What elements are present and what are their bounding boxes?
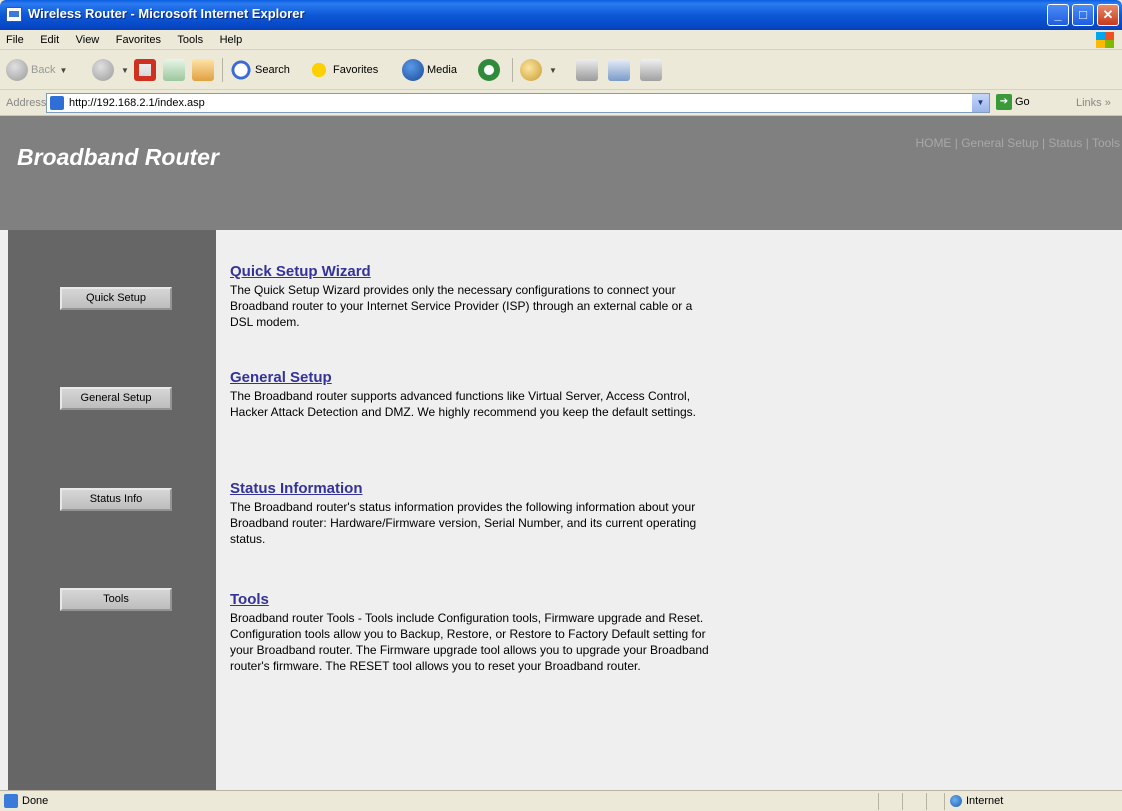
back-button[interactable]: Back ▼ <box>6 58 67 82</box>
address-input[interactable]: http://192.168.2.1/index.asp ▼ <box>46 93 990 113</box>
stop-icon <box>134 59 156 82</box>
refresh-button[interactable] <box>163 58 188 82</box>
page-done-icon <box>4 794 18 808</box>
links-button[interactable]: Links » <box>1076 97 1111 109</box>
status-text: Done <box>22 795 49 807</box>
favorites-star-icon <box>308 59 330 82</box>
general-setup-button[interactable]: General Setup <box>60 387 172 410</box>
security-zone: Internet <box>950 795 1004 808</box>
address-dropdown-icon[interactable]: ▼ <box>972 94 989 112</box>
go-label: Go <box>1015 95 1030 108</box>
menu-view[interactable]: View <box>70 31 106 46</box>
internet-globe-icon <box>950 795 962 808</box>
zone-label: Internet <box>966 795 1004 807</box>
section-description: Broadband router Tools - Tools include C… <box>230 611 709 673</box>
print-button[interactable] <box>576 58 601 82</box>
maximize-button[interactable]: □ <box>1072 4 1094 26</box>
status-pane-divider <box>944 793 945 810</box>
forward-dropdown-icon[interactable]: ▼ <box>121 66 129 75</box>
stop-button[interactable] <box>134 58 159 82</box>
router-banner: Broadband Router HOME | General Setup | … <box>0 116 1122 230</box>
media-button[interactable]: Media <box>402 58 457 82</box>
section-quick-setup: Quick Setup Wizard The Quick Setup Wizar… <box>230 263 710 330</box>
status-pane-divider <box>878 793 879 810</box>
section-status-information: Status Information The Broadband router'… <box>230 480 710 547</box>
edit-page-icon <box>608 59 630 82</box>
printer-icon <box>576 59 598 82</box>
brand-title: Broadband Router <box>17 144 219 170</box>
menu-bar: File Edit View Favorites Tools Help <box>0 30 1122 50</box>
minimize-button[interactable]: _ <box>1047 4 1069 26</box>
go-button[interactable]: ➔ Go <box>996 94 1030 110</box>
section-description: The Broadband router supports advanced f… <box>230 389 697 419</box>
go-arrow-icon: ➔ <box>996 94 1012 110</box>
address-label: Address <box>6 97 47 109</box>
search-label: Search <box>255 64 290 76</box>
history-icon <box>478 59 500 82</box>
windows-logo-icon <box>1096 32 1114 48</box>
web-page-content: Broadband Router HOME | General Setup | … <box>0 116 1122 790</box>
close-button[interactable]: ✕ <box>1097 4 1119 26</box>
mail-icon <box>520 59 542 82</box>
address-url[interactable]: http://192.168.2.1/index.asp <box>69 97 205 109</box>
address-bar: Address http://192.168.2.1/index.asp ▼ ➔… <box>0 90 1122 116</box>
window-title: Wireless Router - Microsoft Internet Exp… <box>28 6 305 21</box>
menu-file[interactable]: File <box>0 31 30 46</box>
media-icon <box>402 59 424 82</box>
media-label: Media <box>427 64 457 76</box>
status-pane-divider <box>926 793 927 810</box>
quick-setup-button[interactable]: Quick Setup <box>60 287 172 310</box>
back-dropdown-icon[interactable]: ▼ <box>59 66 67 75</box>
window-title-bar[interactable]: Wireless Router - Microsoft Internet Exp… <box>0 0 1122 30</box>
favorites-label: Favorites <box>333 64 379 76</box>
search-button[interactable]: Search <box>230 58 290 82</box>
menu-tools[interactable]: Tools <box>171 31 209 46</box>
mail-dropdown-icon[interactable]: ▼ <box>549 66 557 75</box>
back-label: Back <box>31 64 56 76</box>
toolbar: Back ▼ ▼ Search Favorites Media ▼ <box>0 50 1122 90</box>
search-icon <box>230 59 252 82</box>
menu-favorites[interactable]: Favorites <box>110 31 167 46</box>
mail-button[interactable]: ▼ <box>520 58 557 82</box>
home-icon <box>192 59 214 82</box>
ie-window-icon[interactable] <box>6 7 22 22</box>
sidebar: Quick Setup General Setup Status Info To… <box>8 230 216 790</box>
section-description: The Quick Setup Wizard provides only the… <box>230 283 693 329</box>
forward-arrow-icon <box>92 59 114 82</box>
menu-help[interactable]: Help <box>214 31 249 46</box>
section-title[interactable]: Status Information <box>230 480 710 497</box>
messenger-button[interactable] <box>640 58 665 82</box>
home-button[interactable] <box>192 58 217 82</box>
toolbar-separator <box>512 58 513 82</box>
tools-button[interactable]: Tools <box>60 588 172 611</box>
status-bar: Done Internet <box>0 790 1122 811</box>
section-title[interactable]: Quick Setup Wizard <box>230 263 710 280</box>
section-title[interactable]: Tools <box>230 591 710 608</box>
section-description: The Broadband router's status informatio… <box>230 500 697 546</box>
section-tools: Tools Broadband router Tools - Tools inc… <box>230 591 710 674</box>
messenger-icon <box>640 59 662 82</box>
back-arrow-icon <box>6 59 28 82</box>
page-icon <box>50 96 64 110</box>
refresh-icon <box>163 59 185 82</box>
forward-button[interactable]: ▼ <box>92 58 129 82</box>
section-title[interactable]: General Setup <box>230 369 710 386</box>
menu-edit[interactable]: Edit <box>34 31 65 46</box>
history-button[interactable] <box>478 58 503 82</box>
edit-button[interactable] <box>608 58 633 82</box>
top-navigation[interactable]: HOME | General Setup | Status | Tools <box>915 136 1120 150</box>
status-pane-divider <box>902 793 903 810</box>
favorites-button[interactable]: Favorites <box>308 58 378 82</box>
toolbar-separator <box>222 58 223 82</box>
status-info-button[interactable]: Status Info <box>60 488 172 511</box>
section-general-setup: General Setup The Broadband router suppo… <box>230 369 710 420</box>
